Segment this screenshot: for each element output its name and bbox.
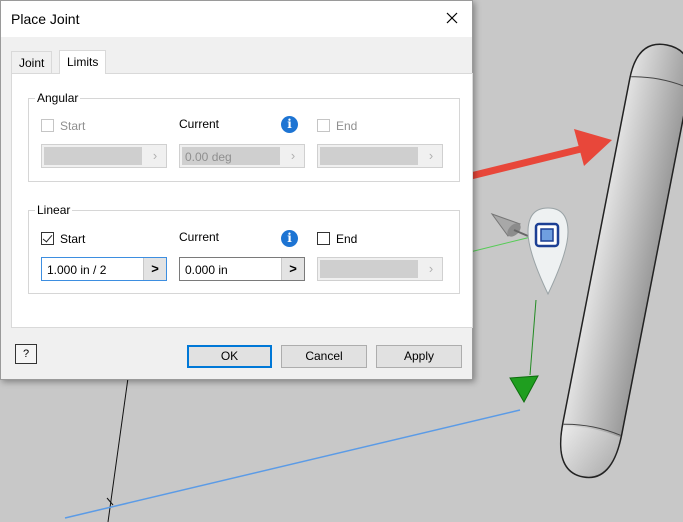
angular-legend: Angular [35,91,81,105]
linear-current-field[interactable]: 0.000 in > [179,257,305,281]
linear-start-field[interactable]: 1.000 in / 2 > [41,257,167,281]
linear-group: Linear Start Current i End 1.000 in / 2 … [28,203,460,294]
linear-legend: Linear [35,203,73,217]
angular-end-label: End [336,119,358,133]
linear-end-label: End [336,232,358,246]
angular-current-field[interactable]: 0.00 deg › [179,144,305,168]
linear-end-checkbox[interactable] [317,232,330,245]
chevron-right-icon[interactable]: > [143,258,166,280]
angular-end-checkbox[interactable] [317,119,330,132]
close-icon[interactable] [441,7,463,29]
angular-group: Angular Start Current i End › 0.00 deg ›… [28,91,460,182]
limits-panel: Angular Start Current i End › 0.00 deg ›… [11,73,473,328]
chevron-right-icon[interactable]: › [420,258,442,280]
cancel-button[interactable]: Cancel [281,345,367,368]
apply-button[interactable]: Apply [376,345,462,368]
help-icon[interactable]: ? [15,344,37,364]
place-joint-dialog: Place Joint Joint Limits Angular Start C… [0,0,473,380]
angular-current-label: Current [179,117,220,131]
chevron-right-icon[interactable]: › [144,145,166,167]
linear-current-label: Current [179,230,220,244]
chevron-right-icon[interactable]: › [282,145,304,167]
angular-current-value: 0.00 deg [185,150,232,164]
tab-limits[interactable]: Limits [59,50,107,74]
chevron-right-icon[interactable]: > [281,258,304,280]
tab-joint[interactable]: Joint [11,51,53,74]
angular-end-field[interactable]: › [317,144,443,168]
angular-start-checkbox[interactable] [41,119,54,132]
angular-start-label: Start [60,119,86,133]
linear-start-checkbox[interactable] [41,232,54,245]
linear-current-value[interactable]: 0.000 in [185,263,228,277]
dialog-title: Place Joint [11,11,80,27]
info-icon[interactable]: i [281,116,298,133]
chevron-right-icon[interactable]: › [420,145,442,167]
ok-button[interactable]: OK [187,345,272,368]
info-icon[interactable]: i [281,230,298,247]
title-bar: Place Joint [1,1,472,37]
angular-start-field[interactable]: › [41,144,167,168]
linear-end-field[interactable]: › [317,257,443,281]
linear-start-label: Start [60,232,86,246]
linear-start-value[interactable]: 1.000 in / 2 [47,263,106,277]
